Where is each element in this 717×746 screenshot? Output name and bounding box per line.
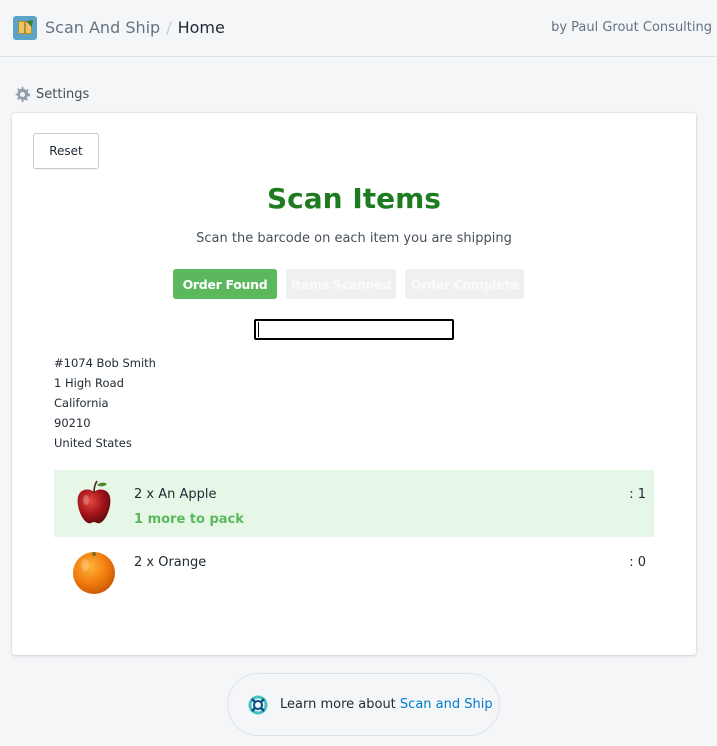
gear-icon xyxy=(15,86,31,103)
item-pack-status: 1 more to pack xyxy=(134,512,244,527)
app-logo-icon xyxy=(13,16,37,40)
settings-link[interactable]: Settings xyxy=(14,86,89,103)
address-order-line: #1074 Bob Smith xyxy=(54,356,156,370)
address-zip: 90210 xyxy=(54,416,91,430)
barcode-scan-input[interactable] xyxy=(254,319,454,340)
scan-instructions: Scan the barcode on each item you are sh… xyxy=(196,231,512,246)
reset-button[interactable]: Reset xyxy=(33,133,99,169)
settings-label: Settings xyxy=(36,87,90,102)
item-name: 2 x An Apple xyxy=(134,487,217,502)
lifebuoy-icon xyxy=(248,695,268,714)
footer-help: Learn more about Scan and Ship xyxy=(227,673,500,736)
footer-prefix: Learn more about xyxy=(280,697,400,712)
scan-card: Reset Scan Items Scan the barcode on eac… xyxy=(12,113,696,655)
scan-title: Scan Items xyxy=(267,182,441,215)
address-street: 1 High Road xyxy=(54,376,124,390)
item-scanned-count: : 1 xyxy=(629,487,646,502)
item-name: 2 x Orange xyxy=(134,555,207,570)
step-items-scanned: Items Scanned xyxy=(286,269,396,299)
line-item-row: 2 x Orange : 0 xyxy=(54,538,654,605)
text-caret xyxy=(258,322,259,337)
step-order-found: Order Found xyxy=(173,269,277,299)
breadcrumb-app-link[interactable]: Scan And Ship xyxy=(45,18,160,37)
learn-more-link[interactable]: Scan and Ship xyxy=(400,697,493,712)
top-bar: Scan And Ship / Home by Paul Grout Consult… xyxy=(0,0,717,57)
breadcrumb: Scan And Ship / Home xyxy=(45,18,225,37)
step-order-complete: Order Complete xyxy=(405,269,524,299)
shipping-address: #1074 Bob Smith 1 High Road California 9… xyxy=(54,353,156,453)
progress-steps: Order Found Items Scanned Order Complete xyxy=(173,269,524,299)
apple-image xyxy=(77,480,111,524)
item-scanned-count: : 0 xyxy=(629,555,646,570)
footer-text: Learn more about Scan and Ship xyxy=(280,697,493,712)
line-item-row: 2 x An Apple : 1 1 more to pack xyxy=(54,470,654,537)
orange-image xyxy=(73,552,115,594)
page-title: Home xyxy=(177,18,225,37)
address-country: United States xyxy=(54,436,132,450)
breadcrumb-separator: / xyxy=(166,18,172,37)
address-state: California xyxy=(54,396,109,410)
developer-byline: by Paul Grout Consulting xyxy=(551,20,712,35)
